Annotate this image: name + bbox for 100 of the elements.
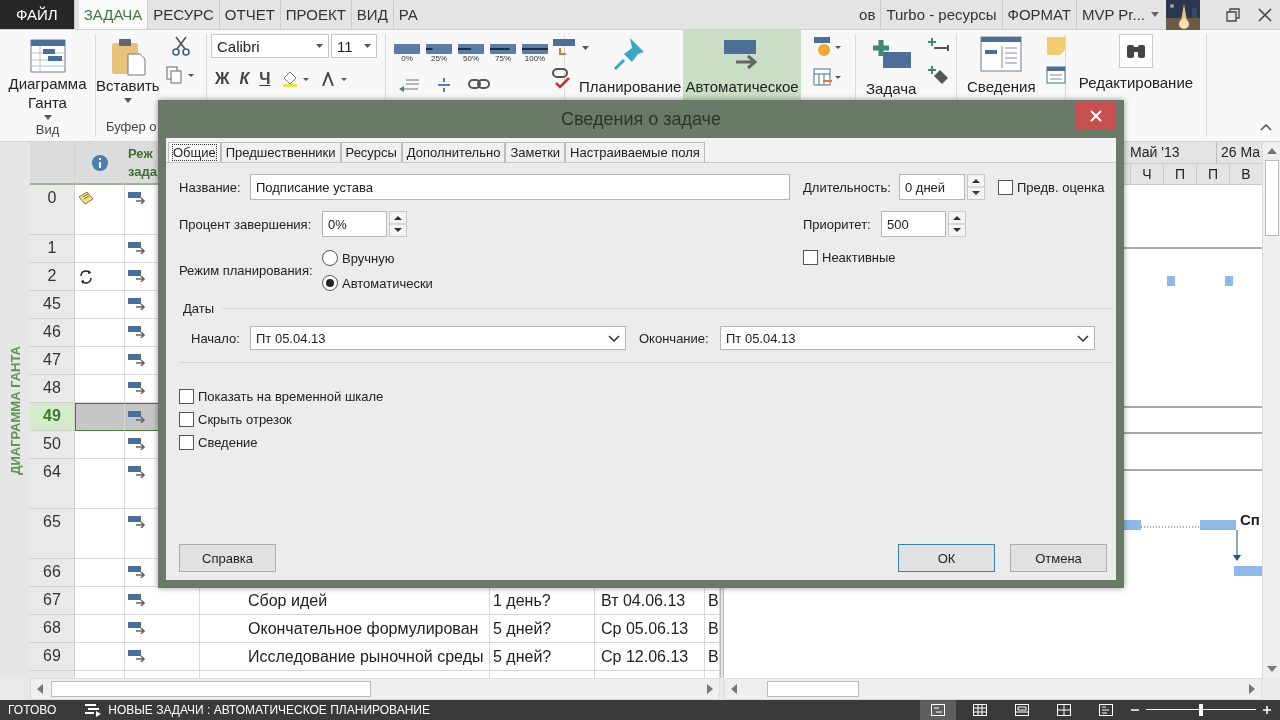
horizontal-scrollbar[interactable]: [724, 678, 1262, 700]
checkbox-label: Показать на временной шкале: [198, 389, 384, 404]
vertical-scrollbar[interactable]: [1262, 142, 1280, 678]
spin-buttons[interactable]: [948, 211, 966, 237]
spin-buttons[interactable]: [967, 174, 985, 200]
row-number[interactable]: 49: [30, 403, 75, 431]
duration-field[interactable]: 0 дней: [899, 174, 965, 200]
zoom-slider[interactable]: [1146, 703, 1256, 717]
scrollbar-thumb[interactable]: [1264, 160, 1279, 236]
calendar-move-icon[interactable]: [812, 68, 843, 88]
scroll-up-icon[interactable]: [1266, 148, 1277, 154]
milestone-add-icon[interactable]: [926, 64, 951, 86]
clipboard-icon[interactable]: [109, 38, 146, 76]
radio-button[interactable]: [322, 250, 338, 266]
row-number[interactable]: 68: [30, 615, 75, 643]
view-shortcut-button[interactable]: [920, 700, 956, 720]
row-number[interactable]: 47: [30, 347, 75, 375]
priority-field[interactable]: 500: [881, 211, 946, 237]
ribbon-tab[interactable]: ПРОЕКТ: [280, 0, 352, 29]
ribbon-tab[interactable]: Turbo - ресурсы: [881, 0, 1003, 29]
dialog-button[interactable]: ОК: [898, 544, 995, 572]
dialog-button[interactable]: Отмена: [1010, 544, 1107, 572]
row-number[interactable]: 45: [30, 291, 75, 319]
ribbon-tab[interactable]: ОТЧЕТ: [219, 0, 281, 29]
ribbon-tab[interactable]: РА: [393, 0, 423, 29]
status-text: ГОТОВО: [8, 703, 57, 717]
start-date-dropdown[interactable]: Пт 05.04.13: [250, 326, 626, 350]
checkbox[interactable]: [179, 435, 194, 450]
row-number[interactable]: 69: [30, 643, 75, 671]
scroll-right-icon[interactable]: [1249, 684, 1255, 694]
row-number[interactable]: 2: [30, 263, 75, 291]
scrollbar-thumb[interactable]: [51, 681, 371, 697]
task-insert-button[interactable]: Задача: [862, 34, 921, 120]
scissors-icon[interactable]: [171, 36, 190, 56]
scroll-down-icon[interactable]: [1266, 666, 1277, 672]
row-number[interactable]: 48: [30, 375, 75, 403]
dialog-tab[interactable]: Ресурсы: [340, 142, 402, 162]
font-family-dropdown[interactable]: Calibri: [211, 34, 329, 58]
link-icon[interactable]: [468, 78, 490, 90]
restore-icon[interactable]: [1226, 7, 1240, 22]
ribbon-tab[interactable]: ФАЙЛ: [0, 0, 75, 29]
name-field[interactable]: Подписание устава: [250, 174, 790, 200]
row-number[interactable]: 1: [30, 235, 75, 263]
font-style-button[interactable]: К: [239, 70, 250, 88]
font-size-dropdown[interactable]: 11: [331, 34, 377, 58]
dialog-tab[interactable]: Настраиваемые поля: [565, 142, 705, 162]
finish-date-dropdown[interactable]: Пт 05.04.13: [720, 326, 1095, 350]
row-number[interactable]: 65: [30, 509, 75, 559]
copy-icon[interactable]: [165, 66, 196, 84]
radio-button[interactable]: [322, 275, 338, 291]
scroll-left-icon[interactable]: [37, 684, 43, 694]
row-number[interactable]: 50: [30, 431, 75, 459]
dialog-tab[interactable]: Дополнительно: [401, 142, 506, 162]
dialog-button[interactable]: Справка: [179, 544, 276, 572]
task-mode-icon: [128, 411, 146, 423]
font-style-button[interactable]: Ж: [215, 70, 230, 88]
scrollbar-thumb[interactable]: [767, 681, 859, 697]
inspect-icon[interactable]: [812, 36, 843, 58]
checkbox[interactable]: [998, 179, 1013, 195]
fill-color-icon[interactable]: [280, 71, 311, 87]
ribbon-tab[interactable]: РЕСУРС: [148, 0, 220, 29]
scroll-left-icon[interactable]: [731, 684, 737, 694]
row-number[interactable]: 46: [30, 319, 75, 347]
row-number[interactable]: 0: [30, 185, 75, 235]
ribbon-tab[interactable]: ЗАДАЧА: [78, 0, 149, 29]
ribbon-tab[interactable]: ов: [854, 0, 882, 29]
task-mode-icon: [128, 298, 146, 310]
outdent-icon[interactable]: [398, 78, 420, 92]
summary-add-icon[interactable]: [926, 36, 951, 54]
dialog-tab[interactable]: Общие: [168, 142, 221, 162]
dialog-tab[interactable]: Заметки: [505, 142, 566, 162]
paste-button[interactable]: Вставить: [96, 76, 160, 95]
spin-buttons[interactable]: [389, 211, 407, 237]
zoom-in-icon[interactable]: [1262, 705, 1272, 715]
font-style-button[interactable]: Ч: [259, 70, 271, 88]
percent-complete-field[interactable]: 0%: [322, 211, 387, 237]
checkbox[interactable]: [179, 412, 194, 427]
close-button[interactable]: [1076, 102, 1116, 130]
dialog-tab[interactable]: Предшественники: [220, 142, 341, 162]
gantt-chart-button[interactable]: Диаграмма Ганта: [2, 74, 93, 112]
zoom-slider-thumb[interactable]: [1199, 704, 1203, 716]
info-panel-icon: [980, 36, 1023, 72]
row-number[interactable]: 66: [30, 559, 75, 587]
checkbox[interactable]: [803, 250, 818, 265]
timescale-day: Ч: [1130, 163, 1163, 184]
horizontal-scrollbar[interactable]: [30, 678, 720, 700]
gantt-chart-icon[interactable]: [29, 38, 66, 74]
details-icon[interactable]: [1045, 66, 1066, 84]
collapse-ribbon-icon[interactable]: [1260, 124, 1272, 131]
row-number[interactable]: 64: [30, 459, 75, 509]
close-icon[interactable]: [1258, 7, 1272, 22]
task-information-button[interactable]: Сведения: [963, 34, 1040, 120]
font-color-icon[interactable]: [320, 72, 349, 86]
editing-button[interactable]: Редактирование: [1074, 34, 1198, 120]
checkbox[interactable]: [179, 389, 194, 404]
ribbon-tab[interactable]: ФОРМАТ: [1002, 0, 1077, 29]
row-number[interactable]: 67: [30, 587, 75, 615]
ribbon-tab[interactable]: ВИД: [351, 0, 394, 29]
ribbon-tab[interactable]: MVP Pr...: [1076, 0, 1164, 29]
scroll-right-icon[interactable]: [707, 684, 713, 694]
